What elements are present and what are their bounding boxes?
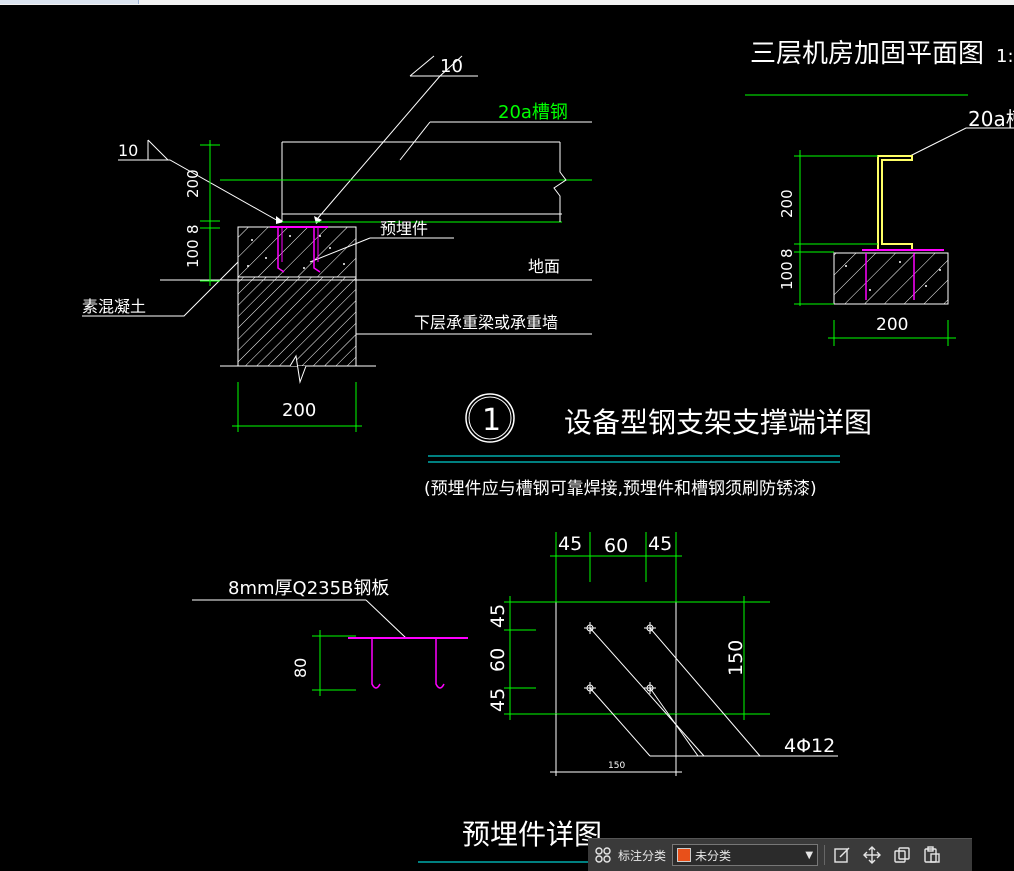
dim-8-right: 8 bbox=[778, 248, 796, 258]
dim-200-bottom: 200 bbox=[282, 400, 316, 421]
detail-title: 设备型钢支架支撑端详图 bbox=[564, 406, 872, 439]
plate-label: 8mm厚Q235B钢板 bbox=[228, 578, 389, 599]
label-channel-right: 20a槽 bbox=[968, 107, 1014, 131]
label-embedded: 预埋件 bbox=[380, 219, 428, 238]
dim-45-a: 45 bbox=[558, 533, 582, 555]
category-select[interactable]: 未分类 ▼ bbox=[672, 844, 819, 866]
grid-menu-icon[interactable] bbox=[592, 844, 614, 866]
label-wall: 下层承重梁或承重墙 bbox=[414, 313, 558, 332]
toolbar-divider bbox=[824, 845, 826, 865]
edit-icon[interactable] bbox=[831, 844, 853, 866]
label-channel-steel: 20a槽钢 bbox=[498, 102, 568, 123]
dim-100-left: 100 bbox=[184, 239, 202, 268]
detail-number: 1 bbox=[482, 403, 501, 438]
dim-200-left-v: 200 bbox=[184, 169, 202, 198]
copy-icon[interactable] bbox=[891, 844, 913, 866]
plan-title: 三层机房加固平面图 bbox=[750, 39, 984, 69]
dim-200-right-bottom: 200 bbox=[876, 315, 908, 335]
label-10-top: 10 bbox=[440, 56, 463, 77]
dim-45-b: 45 bbox=[648, 533, 672, 555]
rebar-label: 4Φ12 bbox=[784, 735, 835, 757]
dim-200-right-v: 200 bbox=[778, 189, 796, 218]
dim-80: 80 bbox=[291, 658, 310, 678]
dim-45-v1: 45 bbox=[487, 604, 509, 628]
plan-channel-detail: 20a槽 200 100 8 200 bbox=[778, 107, 1014, 346]
chevron-down-icon: ▼ bbox=[805, 849, 814, 861]
label-10-left: 10 bbox=[118, 141, 138, 160]
annotation-toolbar: 标注分类 未分类 ▼ bbox=[588, 838, 972, 871]
category-value: 未分类 bbox=[695, 848, 732, 863]
detail-note: (预埋件应与槽钢可靠焊接,预埋件和槽钢须刷防锈漆) bbox=[424, 479, 817, 499]
dim-100-right: 100 bbox=[778, 261, 796, 290]
cad-drawing-canvas[interactable]: 三层机房加固平面图 1: 10 10 20a槽钢 预埋件 地面 下层承重梁或承重… bbox=[0, 0, 1014, 870]
dim-150-small: 150 bbox=[608, 761, 625, 771]
dim-150-v: 150 bbox=[725, 640, 747, 676]
label-ground: 地面 bbox=[528, 257, 560, 276]
dim-45-v2: 45 bbox=[487, 688, 509, 712]
embedded-plate-side-view: 8mm厚Q235B钢板 80 bbox=[192, 578, 468, 696]
category-color-swatch bbox=[677, 848, 692, 862]
dim-60-v: 60 bbox=[487, 648, 509, 672]
support-section-detail: 10 10 20a槽钢 预埋件 地面 下层承重梁或承重墙 素混凝土 200 10… bbox=[82, 55, 592, 432]
embedded-plate-plan-view: 45 60 45 45 60 45 150 150 4Φ12 bbox=[487, 532, 838, 776]
label-concrete: 素混凝土 bbox=[82, 297, 146, 316]
plan-scale: 1: bbox=[996, 46, 1014, 67]
dim-60-h: 60 bbox=[604, 535, 628, 557]
dim-8-left: 8 bbox=[184, 224, 202, 234]
paste-icon[interactable] bbox=[921, 844, 943, 866]
move-icon[interactable] bbox=[861, 844, 883, 866]
detail-title-block: 1 设备型钢支架支撑端详图 (预埋件应与槽钢可靠焊接,预埋件和槽钢须刷防锈漆) bbox=[424, 393, 872, 499]
category-label: 标注分类 bbox=[618, 848, 667, 863]
embedded-title: 预埋件详图 bbox=[462, 818, 602, 851]
